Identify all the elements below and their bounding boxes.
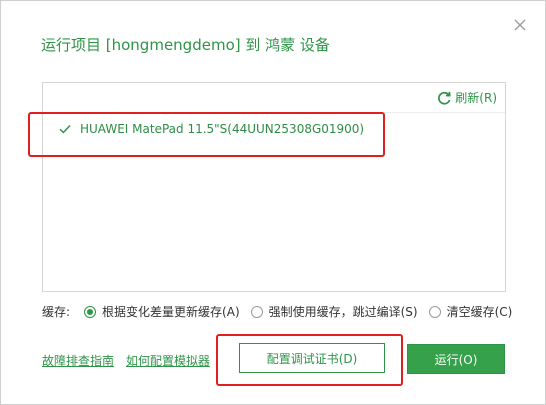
cache-option-incremental[interactable]: 根据变化差量更新缓存(A) [84,303,240,320]
refresh-button[interactable]: 刷新(R) [436,89,497,106]
cache-option-incremental-label: 根据变化差量更新缓存(A) [102,305,240,319]
configure-cert-button[interactable]: 配置调试证书(D) [239,343,385,373]
emulator-link[interactable]: 如何配置模拟器 [126,352,210,369]
checkmark-icon [59,124,71,134]
refresh-icon [438,91,451,105]
device-list: 刷新(R) HUAWEI MatePad 11.5"S(44UUN25308G0… [42,82,506,292]
radio-incremental[interactable] [84,305,97,318]
refresh-label: 刷新(R) [455,91,497,105]
close-icon[interactable] [510,15,530,35]
run-button[interactable]: 运行(O) [407,344,505,374]
cache-option-force-label: 强制使用缓存，跳过编译(S) [268,305,418,319]
device-row[interactable]: HUAWEI MatePad 11.5"S(44UUN25308G01900) [43,119,503,139]
radio-clear[interactable] [428,305,441,318]
dialog-title: 运行项目 [hongmengdemo] 到 鸿蒙 设备 [41,36,330,54]
cache-option-clear[interactable]: 清空缓存(C) [428,303,513,320]
troubleshoot-link[interactable]: 故障排查指南 [42,352,114,369]
cache-label: 缓存: [42,305,71,319]
device-list-header: 刷新(R) [43,83,505,113]
cache-options: 缓存: 根据变化差量更新缓存(A) 强制使用缓存，跳过编译(S) 清空缓存(C) [42,303,523,320]
run-dialog: 运行项目 [hongmengdemo] 到 鸿蒙 设备 刷新(R) HUAWEI… [0,0,546,405]
radio-force[interactable] [250,305,263,318]
cache-option-force[interactable]: 强制使用缓存，跳过编译(S) [250,303,418,320]
device-name: HUAWEI MatePad 11.5"S(44UUN25308G01900) [80,122,365,136]
cache-option-clear-label: 清空缓存(C) [446,305,513,319]
